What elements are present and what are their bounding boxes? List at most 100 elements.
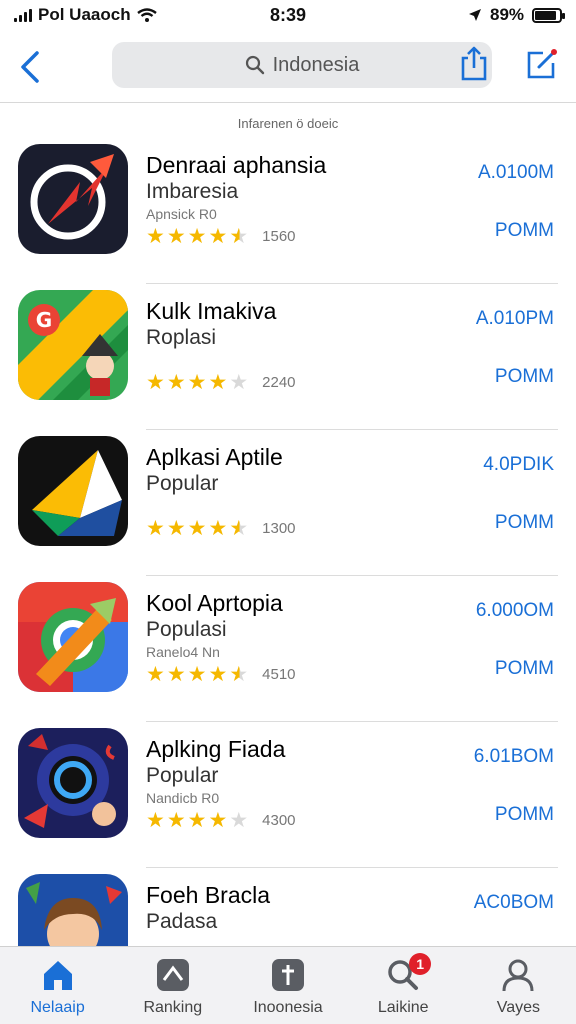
tab-label: Nelaaip: [30, 999, 85, 1016]
star-icon: ★: [208, 517, 228, 540]
tab-label: Ranking: [143, 999, 203, 1016]
get-button[interactable]: POMM: [495, 658, 554, 680]
app-icon-map: G: [18, 290, 128, 400]
star-icon: ★: [166, 371, 186, 394]
battery-icon: [532, 7, 566, 23]
price-button[interactable]: AC0BOM: [474, 892, 554, 914]
get-button[interactable]: POMM: [495, 220, 554, 242]
signal-icon: [14, 8, 32, 22]
rating-count: 2240: [262, 374, 296, 391]
battery-percent: 89%: [489, 5, 525, 24]
back-button[interactable]: [10, 42, 50, 92]
rating-count: 1560: [262, 228, 296, 245]
status-time: 8:39: [269, 4, 307, 25]
nav-divider: [0, 102, 576, 103]
navigation-bar: Indonesia: [0, 36, 576, 98]
star-icon: ★: [229, 809, 249, 832]
list-item[interactable]: Aplkasi Aptile Popular ★ ★ ★ ★ ★ 1300 4.0PDIK…: [0, 430, 576, 576]
get-button[interactable]: POMM: [495, 366, 554, 388]
app-subtitle: Roplasi: [146, 326, 217, 349]
profile-icon: [500, 957, 536, 993]
rating: ★ ★ ★ ★ ★ 4300: [146, 810, 296, 831]
star-icon: ★: [146, 663, 165, 686]
star-icon: ★: [229, 517, 249, 540]
search-icon: 1: [385, 953, 432, 993]
app-title: Denraai aphansia: [146, 152, 327, 178]
chevron-left-icon: [21, 51, 39, 83]
tab-label: Laikine: [377, 999, 429, 1016]
star-icon: ★: [229, 225, 249, 248]
price-button[interactable]: 4.0PDIK: [483, 454, 554, 476]
star-icon: ★: [187, 371, 207, 394]
price-button[interactable]: 6.01BOM: [474, 746, 554, 768]
star-icon: ★: [229, 371, 249, 394]
star-icon: ★: [166, 809, 186, 832]
rating-count: 4510: [262, 666, 296, 683]
app-subtitle: Populasi: [146, 618, 227, 641]
rating-count: 1300: [262, 520, 296, 537]
ranking-icon: [155, 957, 191, 993]
star-icon: ★: [229, 663, 249, 686]
app-subtitle: Padasa: [146, 910, 218, 933]
share-icon: [461, 46, 487, 81]
app-title: Aplking Fiada: [146, 736, 286, 762]
tab-indonesia[interactable]: Inoonesia: [230, 947, 345, 1024]
star-icon: ★: [166, 663, 186, 686]
svg-text:G: G: [36, 308, 52, 332]
app-meta: Ranelo4 Nn: [146, 644, 220, 660]
star-icon: ★: [208, 371, 228, 394]
app-meta: Apnsick R0: [146, 206, 217, 222]
star-icon: ★: [146, 371, 165, 394]
section-caption: Infarenen ö doeic: [237, 116, 339, 131]
app-subtitle: Popular: [146, 764, 219, 787]
rating: ★ ★ ★ ★ ★ 2240: [146, 372, 296, 393]
star-icon: ★: [146, 517, 165, 540]
list-item[interactable]: Denraai aphansia Imbaresia Apnsick R0 ★ ★…: [0, 138, 576, 284]
search-text: Indonesia: [272, 53, 360, 76]
app-subtitle: Imbaresia: [146, 180, 239, 203]
tab-profile[interactable]: Vayes: [461, 947, 576, 1024]
app-subtitle: Popular: [146, 472, 219, 495]
star-icon: ★: [166, 517, 186, 540]
location-icon: [468, 9, 481, 21]
rating-count: 4300: [262, 812, 296, 829]
list-item[interactable]: G Kulk Imakiva Roplasi ★ ★ ★ ★ ★ 2240 A.010PM…: [0, 284, 576, 430]
home-icon: [40, 957, 76, 993]
star-icon: ★: [187, 809, 207, 832]
rating: ★ ★ ★ ★ ★ 1300: [146, 518, 296, 539]
get-button[interactable]: POMM: [495, 804, 554, 826]
price-button[interactable]: A.0100M: [478, 162, 554, 184]
share-button[interactable]: [454, 42, 494, 86]
tab-ranking[interactable]: Ranking: [115, 947, 230, 1024]
price-button[interactable]: A.010PM: [476, 308, 554, 330]
app-icon-chrome: [18, 582, 128, 692]
star-icon: ★: [208, 809, 228, 832]
list-item[interactable]: Aplking Fiada Popular Nandicb R0 ★ ★ ★ ★ ★ 43…: [0, 722, 576, 868]
rating: ★ ★ ★ ★ ★ 1560: [146, 226, 296, 247]
app-title: Foeh Bracla: [146, 882, 271, 908]
star-icon: ★: [208, 663, 228, 686]
star-icon: ★: [146, 809, 165, 832]
indonesia-icon: [270, 957, 306, 993]
app-icon-game: [18, 728, 128, 838]
status-bar: Pol Uaaoch 8:39 89%: [0, 0, 576, 30]
price-button[interactable]: 6.000OM: [476, 600, 554, 622]
app-icon-compass: [18, 144, 128, 254]
app-icon-drive: [18, 436, 128, 546]
compose-button[interactable]: [522, 42, 562, 86]
star-icon: ★: [166, 225, 186, 248]
search-field[interactable]: Indonesia: [112, 42, 492, 88]
get-button[interactable]: POMM: [495, 512, 554, 534]
app-title: Kulk Imakiva: [146, 298, 277, 324]
star-icon: ★: [187, 225, 207, 248]
tab-search[interactable]: 1 Laikine: [346, 947, 461, 1024]
star-icon: ★: [146, 225, 165, 248]
tab-home[interactable]: Nelaaip: [0, 947, 115, 1024]
search-icon: [245, 55, 264, 75]
tab-label: Vayes: [496, 999, 541, 1016]
star-icon: ★: [208, 225, 228, 248]
list-item[interactable]: Kool Aprtopia Populasi Ranelo4 Nn ★ ★ ★ ★ ★ 4…: [0, 576, 576, 722]
rating: ★ ★ ★ ★ ★ 4510: [146, 664, 296, 685]
tab-bar: Nelaaip Ranking Inoonesia 1 Laikine Vaye…: [0, 946, 576, 1024]
star-icon: ★: [187, 517, 207, 540]
